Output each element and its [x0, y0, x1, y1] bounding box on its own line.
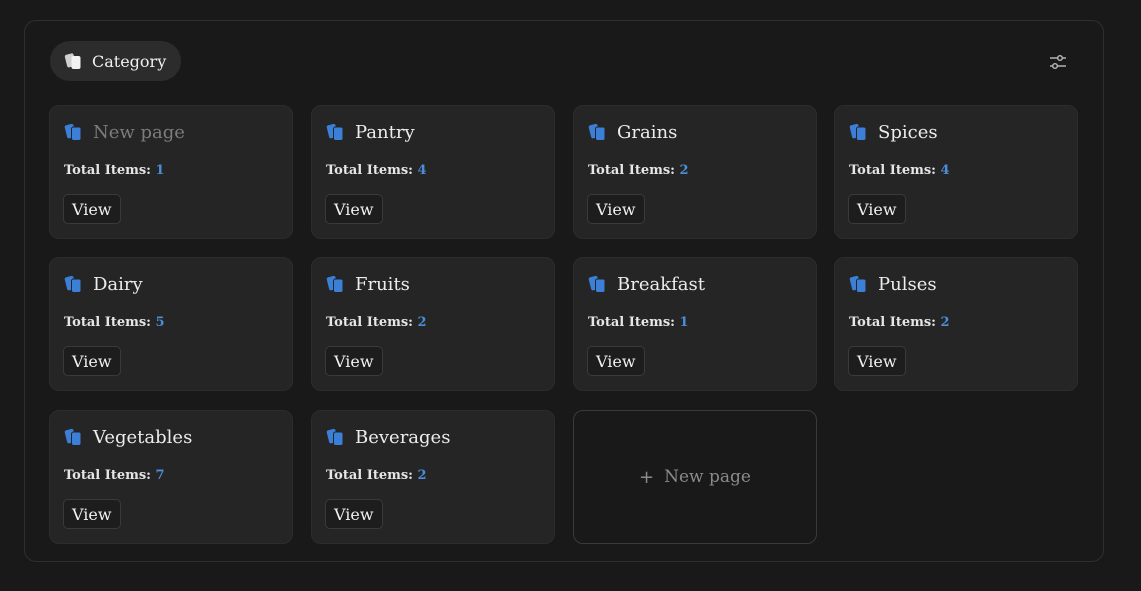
- category-view-tab[interactable]: Category: [50, 41, 182, 81]
- view-button[interactable]: View: [63, 499, 121, 529]
- total-items-count: 5: [155, 315, 165, 330]
- total-items-count: 2: [679, 163, 689, 178]
- category-card[interactable]: Dairy Total Items: 5 View: [49, 257, 293, 391]
- card-title: Pantry: [326, 120, 415, 144]
- total-items: Total Items: 1: [588, 315, 689, 330]
- card-title-text: New page: [93, 121, 185, 143]
- total-items-label: Total Items:: [64, 468, 151, 483]
- total-items-count: 2: [940, 315, 950, 330]
- total-items: Total Items: 7: [64, 468, 165, 483]
- view-button[interactable]: View: [63, 194, 121, 224]
- total-items: Total Items: 2: [849, 315, 950, 330]
- cards-icon: [326, 427, 346, 447]
- card-title: Beverages: [326, 425, 450, 449]
- category-board: Category New page Total Items: 1 View Pantr…: [24, 20, 1104, 562]
- total-items-label: Total Items:: [64, 315, 151, 330]
- card-title-text: Pantry: [355, 121, 415, 143]
- view-button[interactable]: View: [587, 194, 645, 224]
- category-card[interactable]: Vegetables Total Items: 7 View: [49, 410, 293, 544]
- card-title-text: Pulses: [878, 273, 937, 295]
- total-items-label: Total Items:: [326, 163, 413, 178]
- total-items: Total Items: 1: [64, 163, 165, 178]
- card-title: Grains: [588, 120, 677, 144]
- view-button[interactable]: View: [325, 499, 383, 529]
- card-title: Spices: [849, 120, 938, 144]
- cards-icon: [849, 122, 869, 142]
- total-items-count: 2: [417, 468, 427, 483]
- total-items-count: 4: [417, 163, 427, 178]
- view-button[interactable]: View: [587, 346, 645, 376]
- total-items-label: Total Items:: [588, 315, 675, 330]
- total-items-count: 1: [155, 163, 165, 178]
- card-title: Breakfast: [588, 272, 705, 296]
- category-card[interactable]: Fruits Total Items: 2 View: [311, 257, 555, 391]
- category-label: Category: [92, 51, 167, 71]
- category-card[interactable]: Breakfast Total Items: 1 View: [573, 257, 817, 391]
- total-items-label: Total Items:: [64, 163, 151, 178]
- total-items-label: Total Items:: [588, 163, 675, 178]
- cards-icon: [64, 51, 84, 71]
- category-card[interactable]: Spices Total Items: 4 View: [834, 105, 1078, 239]
- category-card[interactable]: Beverages Total Items: 2 View: [311, 410, 555, 544]
- card-title: Fruits: [326, 272, 410, 296]
- cards-icon: [64, 274, 84, 294]
- cards-icon: [849, 274, 869, 294]
- card-title-text: Vegetables: [93, 426, 193, 448]
- total-items-label: Total Items:: [326, 315, 413, 330]
- category-card[interactable]: Pantry Total Items: 4 View: [311, 105, 555, 239]
- view-button[interactable]: View: [325, 346, 383, 376]
- cards-icon: [326, 122, 346, 142]
- total-items: Total Items: 2: [326, 468, 427, 483]
- card-title-text: Fruits: [355, 273, 410, 295]
- total-items: Total Items: 5: [64, 315, 165, 330]
- card-title: Pulses: [849, 272, 937, 296]
- category-card[interactable]: Pulses Total Items: 2 View: [834, 257, 1078, 391]
- cards-icon: [588, 122, 608, 142]
- card-title: New page: [64, 120, 185, 144]
- total-items: Total Items: 2: [588, 163, 689, 178]
- total-items-label: Total Items:: [849, 315, 936, 330]
- view-button[interactable]: View: [848, 346, 906, 376]
- card-title-text: Grains: [617, 121, 678, 143]
- new-page-button[interactable]: + New page: [573, 410, 817, 544]
- card-title-text: Breakfast: [617, 273, 705, 295]
- card-title-text: Spices: [878, 121, 938, 143]
- plus-icon: +: [639, 466, 655, 488]
- card-title-text: Dairy: [93, 273, 143, 295]
- total-items-count: 7: [155, 468, 165, 483]
- total-items: Total Items: 4: [849, 163, 950, 178]
- new-page-label: New page: [664, 467, 751, 487]
- cards-icon: [64, 122, 84, 142]
- category-card[interactable]: Grains Total Items: 2 View: [573, 105, 817, 239]
- total-items-label: Total Items:: [849, 163, 936, 178]
- total-items-count: 2: [417, 315, 427, 330]
- cards-icon: [64, 427, 84, 447]
- total-items: Total Items: 2: [326, 315, 427, 330]
- total-items-count: 4: [940, 163, 950, 178]
- total-items-count: 1: [679, 315, 689, 330]
- view-button[interactable]: View: [848, 194, 906, 224]
- card-title-text: Beverages: [355, 426, 451, 448]
- card-title: Vegetables: [64, 425, 192, 449]
- sliders-icon[interactable]: [1047, 51, 1069, 73]
- cards-icon: [588, 274, 608, 294]
- card-title: Dairy: [64, 272, 143, 296]
- category-card[interactable]: New page Total Items: 1 View: [49, 105, 293, 239]
- total-items: Total Items: 4: [326, 163, 427, 178]
- total-items-label: Total Items:: [326, 468, 413, 483]
- cards-icon: [326, 274, 346, 294]
- view-button[interactable]: View: [325, 194, 383, 224]
- view-button[interactable]: View: [63, 346, 121, 376]
